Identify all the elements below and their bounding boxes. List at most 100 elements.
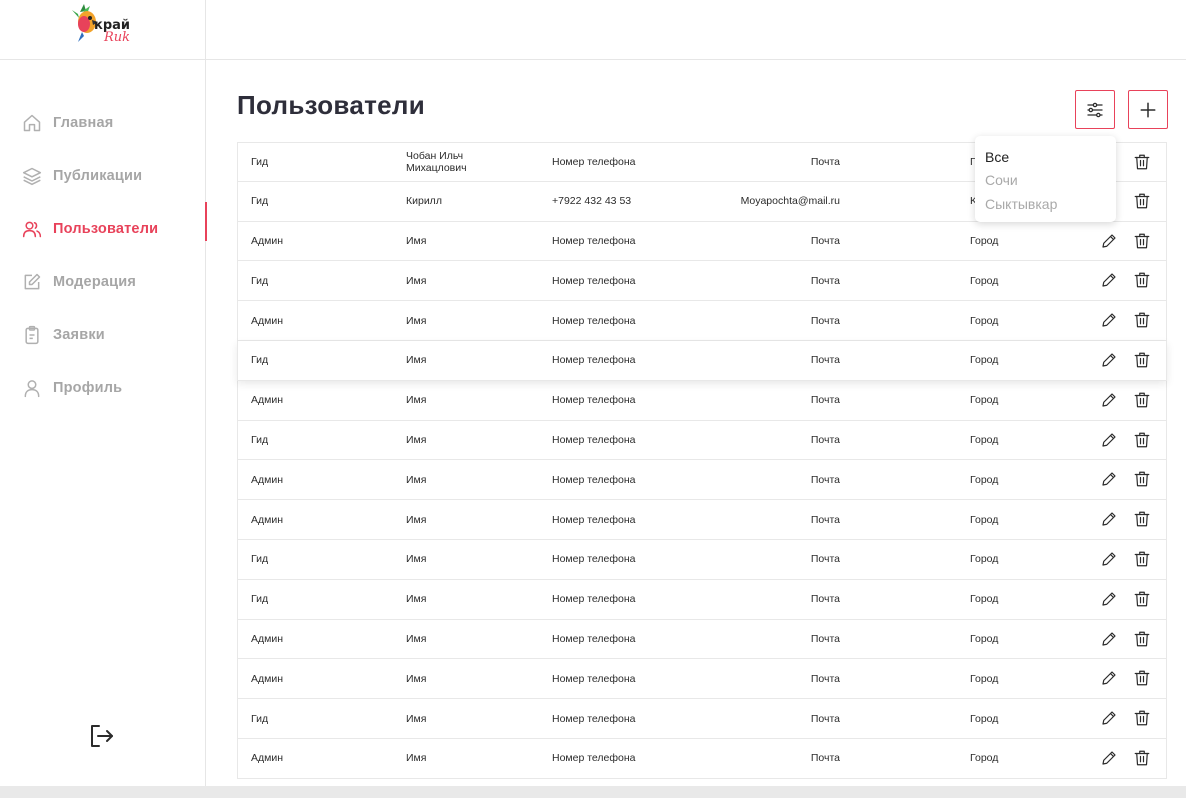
delete-button[interactable] xyxy=(1133,669,1151,687)
user-phone-cell: Номер телефона xyxy=(552,513,636,526)
user-city-cell: Город xyxy=(970,274,999,287)
delete-button[interactable] xyxy=(1133,510,1151,528)
edit-button[interactable] xyxy=(1100,391,1118,409)
user-role-cell: Гид xyxy=(251,195,269,208)
edit-button[interactable] xyxy=(1100,550,1118,568)
user-name-cell: Имя xyxy=(406,473,427,486)
delete-button[interactable] xyxy=(1133,590,1151,608)
table-row[interactable]: Гид Имя Номер телефона Почта Город xyxy=(237,261,1167,302)
trash-icon xyxy=(1134,551,1150,567)
delete-button[interactable] xyxy=(1133,709,1151,727)
edit-button[interactable] xyxy=(1100,470,1118,488)
dropdown-option-sochi[interactable]: Сочи xyxy=(975,169,1116,193)
user-city-cell: Город xyxy=(970,712,999,725)
trash-icon xyxy=(1134,472,1150,487)
logout-button[interactable] xyxy=(88,722,116,750)
table-row[interactable]: Админ Имя Номер телефона Почта Город xyxy=(237,380,1167,421)
edit-button[interactable] xyxy=(1100,590,1118,608)
user-phone-cell: Номер телефона xyxy=(552,712,636,725)
user-phone-cell: Номер телефона xyxy=(552,473,636,486)
user-email-cell: Почта xyxy=(810,155,840,168)
delete-button[interactable] xyxy=(1133,271,1151,289)
delete-button[interactable] xyxy=(1133,192,1151,210)
table-row[interactable]: Админ Имя Номер телефона Почта Город xyxy=(237,738,1167,779)
sidebar-nav: Главная Публикации Пользователи Модераци… xyxy=(0,96,207,414)
logo[interactable]: край Ruk xyxy=(70,2,134,50)
plus-icon xyxy=(1140,102,1156,117)
table-row[interactable]: Гид Имя Номер телефона Почта Город xyxy=(237,340,1167,381)
sidebar-item-home[interactable]: Главная xyxy=(0,96,206,149)
horizontal-scrollbar[interactable] xyxy=(0,786,1186,798)
add-user-button[interactable] xyxy=(1128,90,1168,129)
user-role-cell: Гид xyxy=(251,274,269,287)
table-row[interactable]: Админ Имя Номер телефона Почта Город xyxy=(237,500,1167,540)
table-row[interactable]: Гид Имя Номер телефона Почта Город xyxy=(237,539,1167,580)
delete-button[interactable] xyxy=(1133,431,1151,449)
sidebar-item-moderation[interactable]: Модерация xyxy=(0,255,206,308)
edit-button[interactable] xyxy=(1100,311,1118,329)
edit-square-icon xyxy=(22,272,42,292)
user-name-cell: Имя xyxy=(406,354,427,367)
filter-button[interactable] xyxy=(1075,90,1115,129)
delete-button[interactable] xyxy=(1133,550,1151,568)
delete-button[interactable] xyxy=(1133,351,1151,369)
sidebar-item-users[interactable]: Пользователи xyxy=(0,202,207,255)
dropdown-option-syktyvkar[interactable]: Сыктывкар xyxy=(975,192,1116,216)
trash-icon xyxy=(1134,273,1150,288)
user-phone-cell: Номер телефона xyxy=(552,632,636,645)
table-row[interactable]: Админ Имя Номер телефона Почта Город xyxy=(237,221,1167,262)
user-name-cell: Имя xyxy=(406,553,427,566)
user-name-cell: Имя xyxy=(406,513,427,526)
pencil-icon xyxy=(1102,592,1116,606)
edit-button[interactable] xyxy=(1100,630,1118,648)
user-phone-cell: +7922 432 43 53 xyxy=(552,195,632,208)
edit-button[interactable] xyxy=(1100,351,1118,369)
user-city-cell: Город xyxy=(970,672,999,685)
edit-button[interactable] xyxy=(1100,232,1118,250)
user-role-cell: Гид xyxy=(251,155,269,168)
sidebar: край Ruk Главная Публикации Пользователи xyxy=(0,0,207,786)
user-phone-cell: Номер телефона xyxy=(552,593,636,606)
table-row[interactable]: Гид Имя Номер телефона Почта Город xyxy=(237,579,1167,620)
table-row[interactable]: Админ Имя Номер телефона Почта Город xyxy=(237,460,1167,501)
sidebar-item-requests[interactable]: Заявки xyxy=(0,308,206,361)
pencil-icon xyxy=(1102,273,1116,287)
delete-button[interactable] xyxy=(1133,630,1151,648)
edit-button[interactable] xyxy=(1100,669,1118,687)
sidebar-item-profile[interactable]: Профиль xyxy=(0,361,206,414)
delete-button[interactable] xyxy=(1133,232,1151,250)
pencil-icon xyxy=(1102,472,1116,486)
table-row[interactable]: Гид Имя Номер телефона Почта Город xyxy=(237,420,1167,461)
user-phone-cell: Номер телефона xyxy=(552,274,636,287)
delete-button[interactable] xyxy=(1133,153,1151,171)
sliders-icon xyxy=(1087,102,1103,117)
user-phone-cell: Номер телефона xyxy=(552,394,636,407)
user-name-cell: Имя xyxy=(406,314,427,327)
table-row[interactable]: Гид Имя Номер телефона Почта Город xyxy=(237,699,1167,739)
user-email-cell: Почта xyxy=(810,473,840,486)
user-email-cell: Moyapochta@mail.ru xyxy=(740,195,840,208)
delete-button[interactable] xyxy=(1133,749,1151,767)
user-city-cell: Город xyxy=(970,433,999,446)
table-row[interactable]: Админ Имя Номер телефона Почта Город xyxy=(237,659,1167,700)
edit-button[interactable] xyxy=(1100,271,1118,289)
user-phone-cell: Номер телефона xyxy=(552,433,636,446)
user-phone-cell: Номер телефона xyxy=(552,155,636,168)
table-row[interactable]: Админ Имя Номер телефона Почта Город xyxy=(237,619,1167,660)
sidebar-item-publications[interactable]: Публикации xyxy=(0,149,206,202)
sidebar-item-label: Модерация xyxy=(53,273,137,290)
layers-icon xyxy=(22,166,42,186)
delete-button[interactable] xyxy=(1133,391,1151,409)
edit-button[interactable] xyxy=(1100,431,1118,449)
edit-button[interactable] xyxy=(1100,749,1118,767)
user-city-cell: Город xyxy=(970,314,999,327)
delete-button[interactable] xyxy=(1133,470,1151,488)
user-city-cell: Город xyxy=(970,632,999,645)
edit-button[interactable] xyxy=(1100,510,1118,528)
edit-button[interactable] xyxy=(1100,709,1118,727)
user-city-cell: Город xyxy=(970,513,999,526)
delete-button[interactable] xyxy=(1133,311,1151,329)
table-row[interactable]: Админ Имя Номер телефона Почта Город xyxy=(237,301,1167,341)
dropdown-option-all[interactable]: Все xyxy=(975,145,1116,169)
user-role-cell: Админ xyxy=(251,394,284,407)
